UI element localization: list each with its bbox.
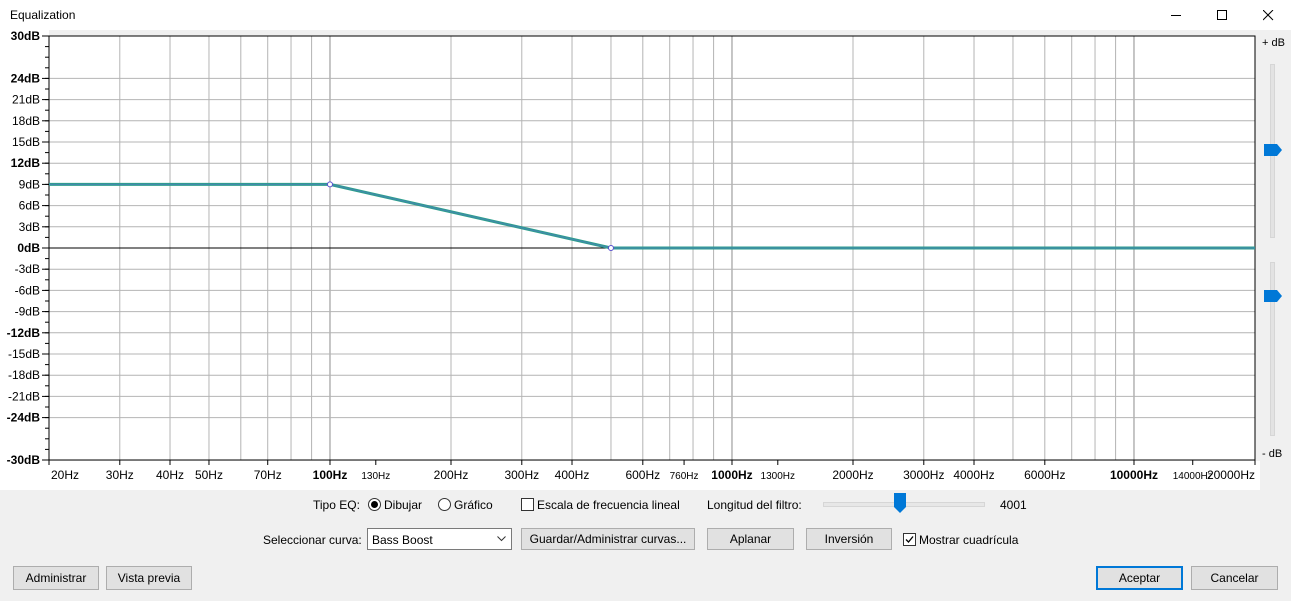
freq-tick-label: 200Hz — [434, 468, 469, 482]
plus-db-label: + dB — [1262, 37, 1285, 49]
eq-type-label: Tipo EQ: — [313, 498, 360, 512]
db-tick-label: -9dB — [15, 305, 40, 319]
db-tick-label: 24dB — [11, 71, 41, 85]
chevron-down-icon — [497, 536, 506, 542]
save-manage-curves-button[interactable]: Guardar/Administrar curvas... — [521, 528, 695, 550]
freq-tick-label: 400Hz — [555, 468, 590, 482]
db-tick-label: -18dB — [8, 368, 40, 382]
ok-button[interactable]: Aceptar — [1096, 566, 1183, 590]
db-tick-label: -12dB — [7, 326, 41, 340]
freq-tick-label: 1000Hz — [711, 468, 752, 482]
freq-tick-label: 760Hz — [670, 471, 699, 482]
freq-tick-label: 130Hz — [361, 471, 390, 482]
curve-control-point — [326, 181, 333, 188]
invert-button[interactable]: Inversión — [806, 528, 892, 550]
freq-tick-label: 3000Hz — [903, 468, 944, 482]
maximize-button[interactable] — [1199, 0, 1245, 30]
draw-radio-label[interactable]: Dibujar — [384, 498, 422, 512]
maximize-icon — [1217, 10, 1227, 20]
preview-button[interactable]: Vista previa — [106, 566, 192, 590]
db-tick-label: -24dB — [7, 411, 41, 425]
show-grid-checkbox[interactable] — [903, 533, 916, 546]
freq-tick-label: 20Hz — [51, 468, 79, 482]
db-tick-label: -3dB — [15, 262, 40, 276]
linear-scale-label[interactable]: Escala de frecuencia lineal — [537, 498, 680, 512]
eq-curve-graph[interactable]: 30dB 24dB 21dB 18dB 15dB 12dB 9dB 6dB 3dB 0dB -3dB… — [0, 30, 1260, 490]
flatten-button[interactable]: Aplanar — [707, 528, 794, 550]
linear-scale-checkbox[interactable] — [521, 498, 534, 511]
freq-tick-label: 40Hz — [156, 468, 184, 482]
db-tick-label: 3dB — [19, 220, 40, 234]
freq-tick-label: 10000Hz — [1110, 468, 1158, 482]
db-tick-label: 21dB — [12, 93, 40, 107]
db-tick-label: -15dB — [8, 347, 40, 361]
checkmark-icon — [905, 536, 914, 543]
freq-tick-label: 4000Hz — [953, 468, 994, 482]
title-bar: Equalization — [0, 0, 1291, 30]
curve-select[interactable]: Bass Boost — [367, 528, 512, 550]
filter-length-value: 4001 — [1000, 498, 1027, 512]
freq-tick-label: 6000Hz — [1024, 468, 1065, 482]
db-tick-label: 9dB — [19, 177, 40, 191]
manage-button[interactable]: Administrar — [13, 566, 99, 590]
close-icon — [1263, 10, 1274, 21]
max-gain-slider-thumb[interactable] — [1264, 144, 1283, 156]
db-tick-label: 18dB — [12, 114, 40, 128]
freq-tick-label: 100Hz — [313, 468, 348, 482]
show-grid-label[interactable]: Mostrar cuadrícula — [919, 533, 1018, 547]
freq-tick-label: 70Hz — [254, 468, 282, 482]
curve-select-value: Bass Boost — [372, 533, 433, 547]
db-tick-label: 6dB — [19, 199, 40, 213]
graphic-radio[interactable] — [438, 498, 451, 511]
close-button[interactable] — [1245, 0, 1291, 30]
graphic-radio-label[interactable]: Gráfico — [454, 498, 493, 512]
filter-length-label: Longitud del filtro: — [707, 498, 802, 512]
curve-control-point — [607, 245, 614, 251]
cancel-button[interactable]: Cancelar — [1191, 566, 1278, 590]
min-gain-slider-track[interactable] — [1270, 262, 1275, 436]
minimize-button[interactable] — [1153, 0, 1199, 30]
db-tick-label: -21dB — [8, 389, 40, 403]
freq-tick-label: 1300Hz — [761, 471, 795, 482]
db-tick-label: 15dB — [12, 135, 40, 149]
freq-tick-label: 50Hz — [195, 468, 223, 482]
db-tick-label: -6dB — [15, 283, 40, 297]
freq-tick-label: 300Hz — [504, 468, 539, 482]
select-curve-label: Seleccionar curva: — [263, 533, 362, 547]
minimize-icon — [1171, 15, 1181, 16]
minus-db-label: - dB — [1262, 448, 1283, 460]
db-tick-label: -30dB — [7, 453, 41, 467]
freq-tick-label: 2000Hz — [832, 468, 873, 482]
freq-tick-label: 600Hz — [625, 468, 660, 482]
freq-tick-label: 20000Hz — [1207, 468, 1255, 482]
window-title: Equalization — [10, 8, 76, 22]
freq-tick-label: 30Hz — [106, 468, 134, 482]
db-tick-label: 30dB — [11, 30, 41, 43]
draw-radio[interactable] — [368, 498, 381, 511]
db-tick-label: 12dB — [11, 156, 41, 170]
min-gain-slider-thumb[interactable] — [1264, 290, 1283, 302]
filter-length-slider-thumb[interactable] — [894, 493, 906, 513]
db-tick-label: 0dB — [17, 241, 40, 255]
